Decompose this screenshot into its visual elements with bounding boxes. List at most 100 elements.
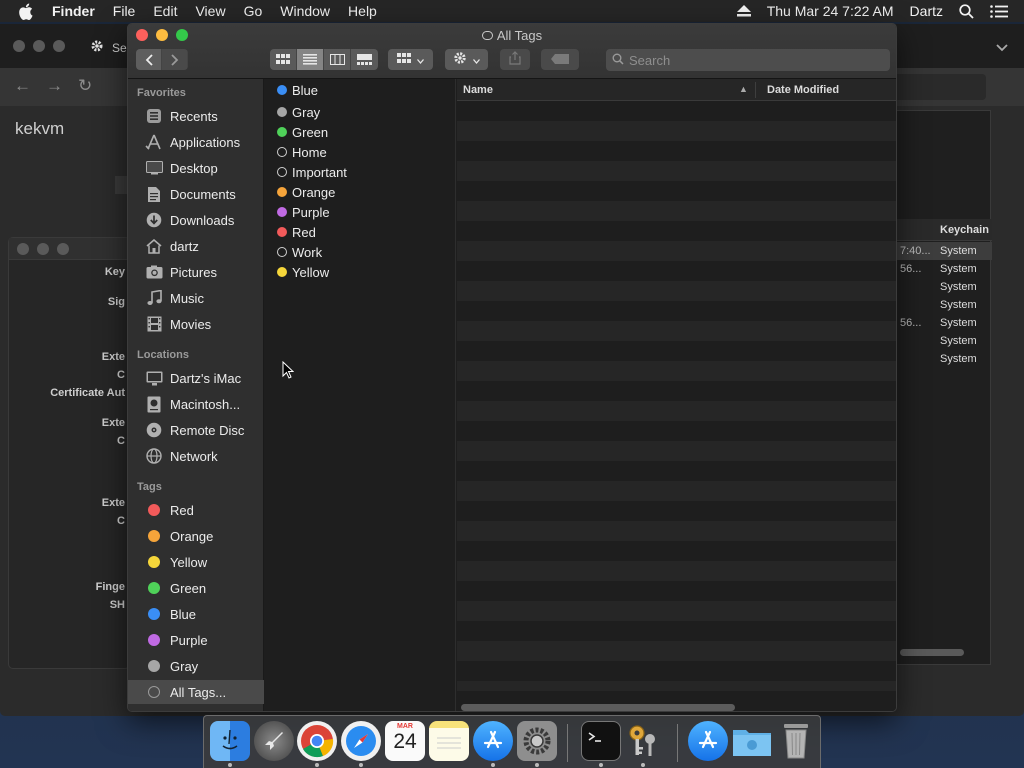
- window-close-button[interactable]: [17, 243, 29, 255]
- window-close-button[interactable]: [13, 40, 25, 52]
- sidebar-tag-green[interactable]: Green: [128, 576, 264, 600]
- sidebar-item-recents[interactable]: Recents: [128, 104, 264, 128]
- group-by-button[interactable]: [388, 49, 433, 70]
- sidebar-item-network[interactable]: Network: [128, 444, 264, 468]
- sidebar-tag-yellow[interactable]: Yellow: [128, 550, 264, 574]
- eject-icon[interactable]: [736, 5, 751, 17]
- edit-tags-button[interactable]: [541, 49, 579, 70]
- chrome-icon[interactable]: [297, 721, 337, 761]
- list-view-button[interactable]: [297, 49, 324, 70]
- list-item[interactable]: Work: [277, 242, 322, 262]
- address-bar[interactable]: [892, 74, 986, 100]
- menu-go[interactable]: Go: [244, 3, 263, 19]
- safari-icon[interactable]: [341, 721, 381, 761]
- notes-icon[interactable]: [429, 721, 469, 761]
- gray-tag-icon: [277, 107, 287, 117]
- search-input[interactable]: [629, 52, 869, 68]
- table-row[interactable]: System: [896, 296, 992, 314]
- back-arrow-icon[interactable]: ←: [14, 76, 31, 96]
- reload-icon[interactable]: ↻: [78, 76, 92, 96]
- table-row[interactable]: System: [896, 278, 992, 296]
- table-row[interactable]: System: [896, 332, 992, 350]
- menubar-user[interactable]: Dartz: [910, 3, 943, 19]
- search-field[interactable]: [606, 49, 890, 71]
- table-row[interactable]: 56... System: [896, 314, 992, 332]
- table-row[interactable]: 56... System: [896, 260, 992, 278]
- terminal-icon[interactable]: [581, 721, 621, 761]
- menu-edit[interactable]: Edit: [153, 3, 177, 19]
- background-certificate-window: Key Sig Exte C Certificate Aut Exte C Ex…: [8, 237, 130, 669]
- gallery-view-button[interactable]: [351, 49, 378, 70]
- forward-button[interactable]: [162, 49, 188, 70]
- list-item[interactable]: Orange: [277, 182, 335, 202]
- action-menu-button[interactable]: [445, 49, 488, 70]
- window-zoom-button[interactable]: [53, 40, 65, 52]
- red-tag-icon: [277, 227, 287, 237]
- calendar-icon[interactable]: MAR 24: [385, 721, 425, 761]
- chevron-down-icon[interactable]: [996, 40, 1008, 55]
- sidebar-item-macintosh-hd[interactable]: Macintosh...: [128, 392, 264, 416]
- horizontal-scrollbar[interactable]: [900, 649, 964, 656]
- forward-arrow-icon[interactable]: →: [46, 76, 63, 96]
- menu-file[interactable]: File: [113, 3, 136, 19]
- app-store-icon[interactable]: [473, 721, 513, 761]
- column-view-button[interactable]: [324, 49, 351, 70]
- list-item[interactable]: Important: [277, 162, 347, 182]
- launchpad-icon[interactable]: [254, 721, 294, 761]
- sidebar-tag-blue[interactable]: Blue: [128, 602, 264, 626]
- purple-tag-icon: [148, 634, 160, 646]
- share-button[interactable]: [500, 49, 530, 70]
- sidebar-item-remote-disc[interactable]: Remote Disc: [128, 418, 264, 442]
- app-store-folder-icon[interactable]: [688, 721, 728, 761]
- sidebar-tag-orange[interactable]: Orange: [128, 524, 264, 548]
- sidebar-item-applications[interactable]: Applications: [128, 130, 264, 154]
- trash-icon[interactable]: [776, 721, 816, 761]
- list-item[interactable]: Blue: [277, 80, 318, 100]
- horizontal-scrollbar[interactable]: [461, 704, 735, 711]
- list-item[interactable]: Yellow: [277, 262, 329, 282]
- column-header-date-modified[interactable]: Date Modified: [767, 84, 839, 96]
- browser-tab[interactable]: Se: [90, 39, 127, 56]
- spotlight-icon[interactable]: [959, 3, 974, 19]
- list-item[interactable]: Red: [277, 222, 316, 242]
- sidebar-item-all-tags[interactable]: All Tags...: [128, 680, 264, 704]
- icon-view-button[interactable]: [270, 49, 297, 70]
- sidebar-item-pictures[interactable]: Pictures: [128, 260, 264, 284]
- blue-tag-icon: [148, 608, 160, 620]
- table-row[interactable]: 7:40... System: [896, 242, 992, 260]
- column-header-name[interactable]: Name: [463, 84, 493, 96]
- sidebar-item-imac[interactable]: Dartz's iMac: [128, 366, 264, 390]
- music-icon: [145, 289, 163, 307]
- sidebar-tag-gray[interactable]: Gray: [128, 654, 264, 678]
- folder-icon[interactable]: [732, 721, 772, 761]
- table-row[interactable]: System: [896, 350, 992, 368]
- menu-window[interactable]: Window: [280, 3, 330, 19]
- apple-menu-icon[interactable]: [18, 3, 36, 20]
- keychain-access-icon[interactable]: [623, 721, 663, 761]
- back-button[interactable]: [136, 49, 162, 70]
- window-minimize-button[interactable]: [33, 40, 45, 52]
- list-item[interactable]: Home: [277, 142, 327, 162]
- window-zoom-button[interactable]: [57, 243, 69, 255]
- list-item[interactable]: Green: [277, 122, 328, 142]
- finder-icon[interactable]: [210, 721, 250, 761]
- empty-tag-icon: [277, 247, 287, 257]
- menu-finder[interactable]: Finder: [52, 3, 95, 19]
- sidebar-item-dartz[interactable]: dartz: [128, 234, 264, 258]
- sidebar-item-desktop[interactable]: Desktop: [128, 156, 264, 180]
- notification-center-icon[interactable]: [990, 4, 1008, 18]
- sidebar-item-movies[interactable]: Movies: [128, 312, 264, 336]
- sidebar-tag-red[interactable]: Red: [128, 498, 264, 522]
- sidebar-tag-purple[interactable]: Purple: [128, 628, 264, 652]
- system-preferences-icon[interactable]: [517, 721, 557, 761]
- menu-help[interactable]: Help: [348, 3, 377, 19]
- menu-view[interactable]: View: [195, 3, 225, 19]
- sidebar-item-downloads[interactable]: Downloads: [128, 208, 264, 232]
- sidebar-item-documents[interactable]: Documents: [128, 182, 264, 206]
- list-item[interactable]: Purple: [277, 202, 330, 222]
- sidebar-item-music[interactable]: Music: [128, 286, 264, 310]
- menubar-clock[interactable]: Thu Mar 24 7:22 AM: [767, 3, 894, 19]
- keychain-column-header[interactable]: Keychain: [896, 219, 992, 241]
- list-item[interactable]: Gray: [277, 102, 320, 122]
- window-minimize-button[interactable]: [37, 243, 49, 255]
